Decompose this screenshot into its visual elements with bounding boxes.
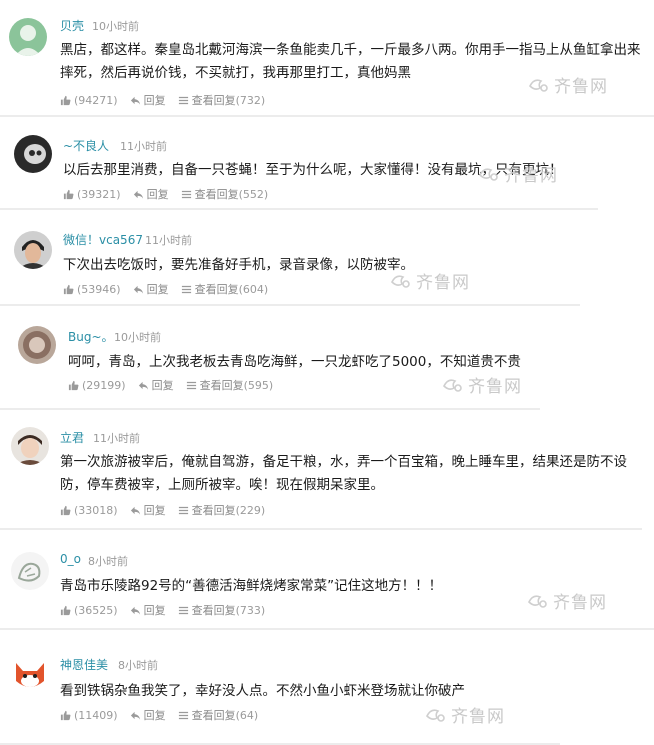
list-icon <box>178 506 188 514</box>
qilu-logo-icon <box>443 378 462 392</box>
qilu-logo-icon <box>529 78 548 92</box>
like-button[interactable]: (94271) <box>60 94 118 107</box>
comment-text: 第一次旅游被宰后，俺就自驾游，备足干粮，水，弄一个百宝箱，晚上睡车里，结果还是防… <box>60 454 627 493</box>
username[interactable]: 0_o <box>60 552 81 566</box>
thumbs-up-icon <box>60 95 71 105</box>
timestamp: 8小时前 <box>88 555 128 568</box>
like-button[interactable]: (11409) <box>60 709 118 722</box>
thumbs-up-icon <box>60 605 71 615</box>
avatar[interactable] <box>9 18 47 56</box>
list-icon <box>181 190 191 198</box>
list-icon <box>186 381 196 389</box>
comment-actions: (94271) 回复 查看回复 (732) <box>60 92 277 108</box>
comment-card: 贝壳 10小时前 黑店，都这样。秦皇岛北戴河海滨一条鱼能卖几千，一斤最多八两。你… <box>0 0 654 117</box>
reply-icon <box>133 190 143 199</box>
comment-text: 看到铁锅杂鱼我笑了，幸好没人点。不然小鱼小虾米登场就让你破产 <box>60 683 465 699</box>
list-icon <box>178 711 188 719</box>
username[interactable]: 立君 <box>60 429 84 446</box>
username[interactable]: ~不良人 <box>63 137 109 154</box>
thumbs-up-icon <box>60 505 71 515</box>
comment-text: 下次出去吃饭时，要先准备好手机，录音录像，以防被宰。 <box>63 257 414 273</box>
like-button[interactable]: (53946) <box>63 283 121 296</box>
username[interactable]: Bug~。 <box>68 328 114 345</box>
like-button[interactable]: (33018) <box>60 504 118 517</box>
watermark: 齐鲁网 <box>478 161 558 186</box>
comment-card: 立君 11小时前 第一次旅游被宰后，俺就自驾游，备足干粮，水，弄一个百宝箱，晚上… <box>0 410 642 530</box>
thumbs-up-icon <box>60 710 71 720</box>
qilu-logo-icon <box>426 708 445 722</box>
comment-actions: (11409) 回复 查看回复 (64) <box>60 707 270 723</box>
view-replies-button[interactable]: 查看回复 (64) <box>178 707 258 723</box>
comment-card: Bug~。 10小时前 呵呵，青岛，上次我老板去青岛吃海鲜，一只龙虾吃了5000… <box>0 306 540 410</box>
avatar[interactable] <box>14 231 52 269</box>
view-replies-button[interactable]: 查看回复 (552) <box>181 186 268 202</box>
reply-button[interactable]: 回复 <box>133 281 169 297</box>
like-button[interactable]: (29199) <box>68 379 126 392</box>
like-button[interactable]: (36525) <box>60 604 118 617</box>
username[interactable]: 贝壳 <box>60 17 84 34</box>
avatar[interactable] <box>14 135 52 173</box>
watermark: 齐鲁网 <box>527 588 607 613</box>
thumbs-up-icon <box>68 380 79 390</box>
comment-card: 微信！vca567 11小时前 下次出去吃饭时，要先准备好手机，录音录像，以防被… <box>0 210 580 306</box>
view-replies-button[interactable]: 查看回复 (604) <box>181 281 268 297</box>
watermark: 齐鲁网 <box>528 72 608 97</box>
like-button[interactable]: (39321) <box>63 188 121 201</box>
reply-icon <box>130 506 140 515</box>
reply-button[interactable]: 回复 <box>130 707 166 723</box>
list-icon <box>178 606 188 614</box>
comment-actions: (53946) 回复 查看回复 (604) <box>63 281 280 297</box>
watermark: 齐鲁网 <box>425 702 505 727</box>
reply-icon <box>130 711 140 720</box>
reply-button[interactable]: 回复 <box>133 186 169 202</box>
comment-text: 呵呵，青岛，上次我老板去青岛吃海鲜，一只龙虾吃了5000，不知道贵不贵 <box>68 354 521 370</box>
username[interactable]: 神恩佳美 <box>60 656 108 673</box>
watermark: 齐鲁网 <box>442 372 522 397</box>
reply-icon <box>133 285 143 294</box>
thumbs-up-icon <box>63 189 74 199</box>
qilu-logo-icon <box>391 274 410 288</box>
comment-actions: (29199) 回复 查看回复 (595) <box>68 377 285 393</box>
reply-button[interactable]: 回复 <box>130 602 166 618</box>
timestamp: 8小时前 <box>118 659 158 672</box>
avatar[interactable] <box>11 655 49 693</box>
timestamp: 11小时前 <box>93 432 140 445</box>
comment-actions: (36525) 回复 查看回复 (733) <box>60 602 277 618</box>
comment-actions: (33018) 回复 查看回复 (229) <box>60 502 277 518</box>
avatar[interactable] <box>11 552 49 590</box>
reply-icon <box>130 96 140 105</box>
reply-icon <box>138 381 148 390</box>
view-replies-button[interactable]: 查看回复 (733) <box>178 602 265 618</box>
comment-card: 0_o 8小时前 青岛市乐陵路92号的“善德活海鲜烧烤家常菜”记住这地方！！！ … <box>0 530 654 630</box>
timestamp: 11小时前 <box>145 234 192 247</box>
comment-card: 神恩佳美 8小时前 看到铁锅杂鱼我笑了，幸好没人点。不然小鱼小虾米登场就让你破产… <box>0 630 560 745</box>
avatar[interactable] <box>18 326 56 364</box>
qilu-logo-icon <box>528 594 547 608</box>
timestamp: 11小时前 <box>120 140 167 153</box>
timestamp: 10小时前 <box>114 331 161 344</box>
username[interactable]: 微信！vca567 <box>63 231 143 248</box>
list-icon <box>178 96 188 104</box>
reply-icon <box>130 606 140 615</box>
watermark: 齐鲁网 <box>390 268 470 293</box>
view-replies-button[interactable]: 查看回复 (595) <box>186 377 273 393</box>
comment-card: ~不良人 11小时前 以后去那里消费，自备一只苍蝇！至于为什么呢，大家懂得！没有… <box>0 117 598 210</box>
view-replies-button[interactable]: 查看回复 (732) <box>178 92 265 108</box>
list-icon <box>181 285 191 293</box>
reply-button[interactable]: 回复 <box>130 502 166 518</box>
thumbs-up-icon <box>63 284 74 294</box>
timestamp: 10小时前 <box>92 20 139 33</box>
reply-button[interactable]: 回复 <box>138 377 174 393</box>
avatar[interactable] <box>11 427 49 465</box>
view-replies-button[interactable]: 查看回复 (229) <box>178 502 265 518</box>
qilu-logo-icon <box>479 167 498 181</box>
reply-button[interactable]: 回复 <box>130 92 166 108</box>
comment-actions: (39321) 回复 查看回复 (552) <box>63 186 280 202</box>
